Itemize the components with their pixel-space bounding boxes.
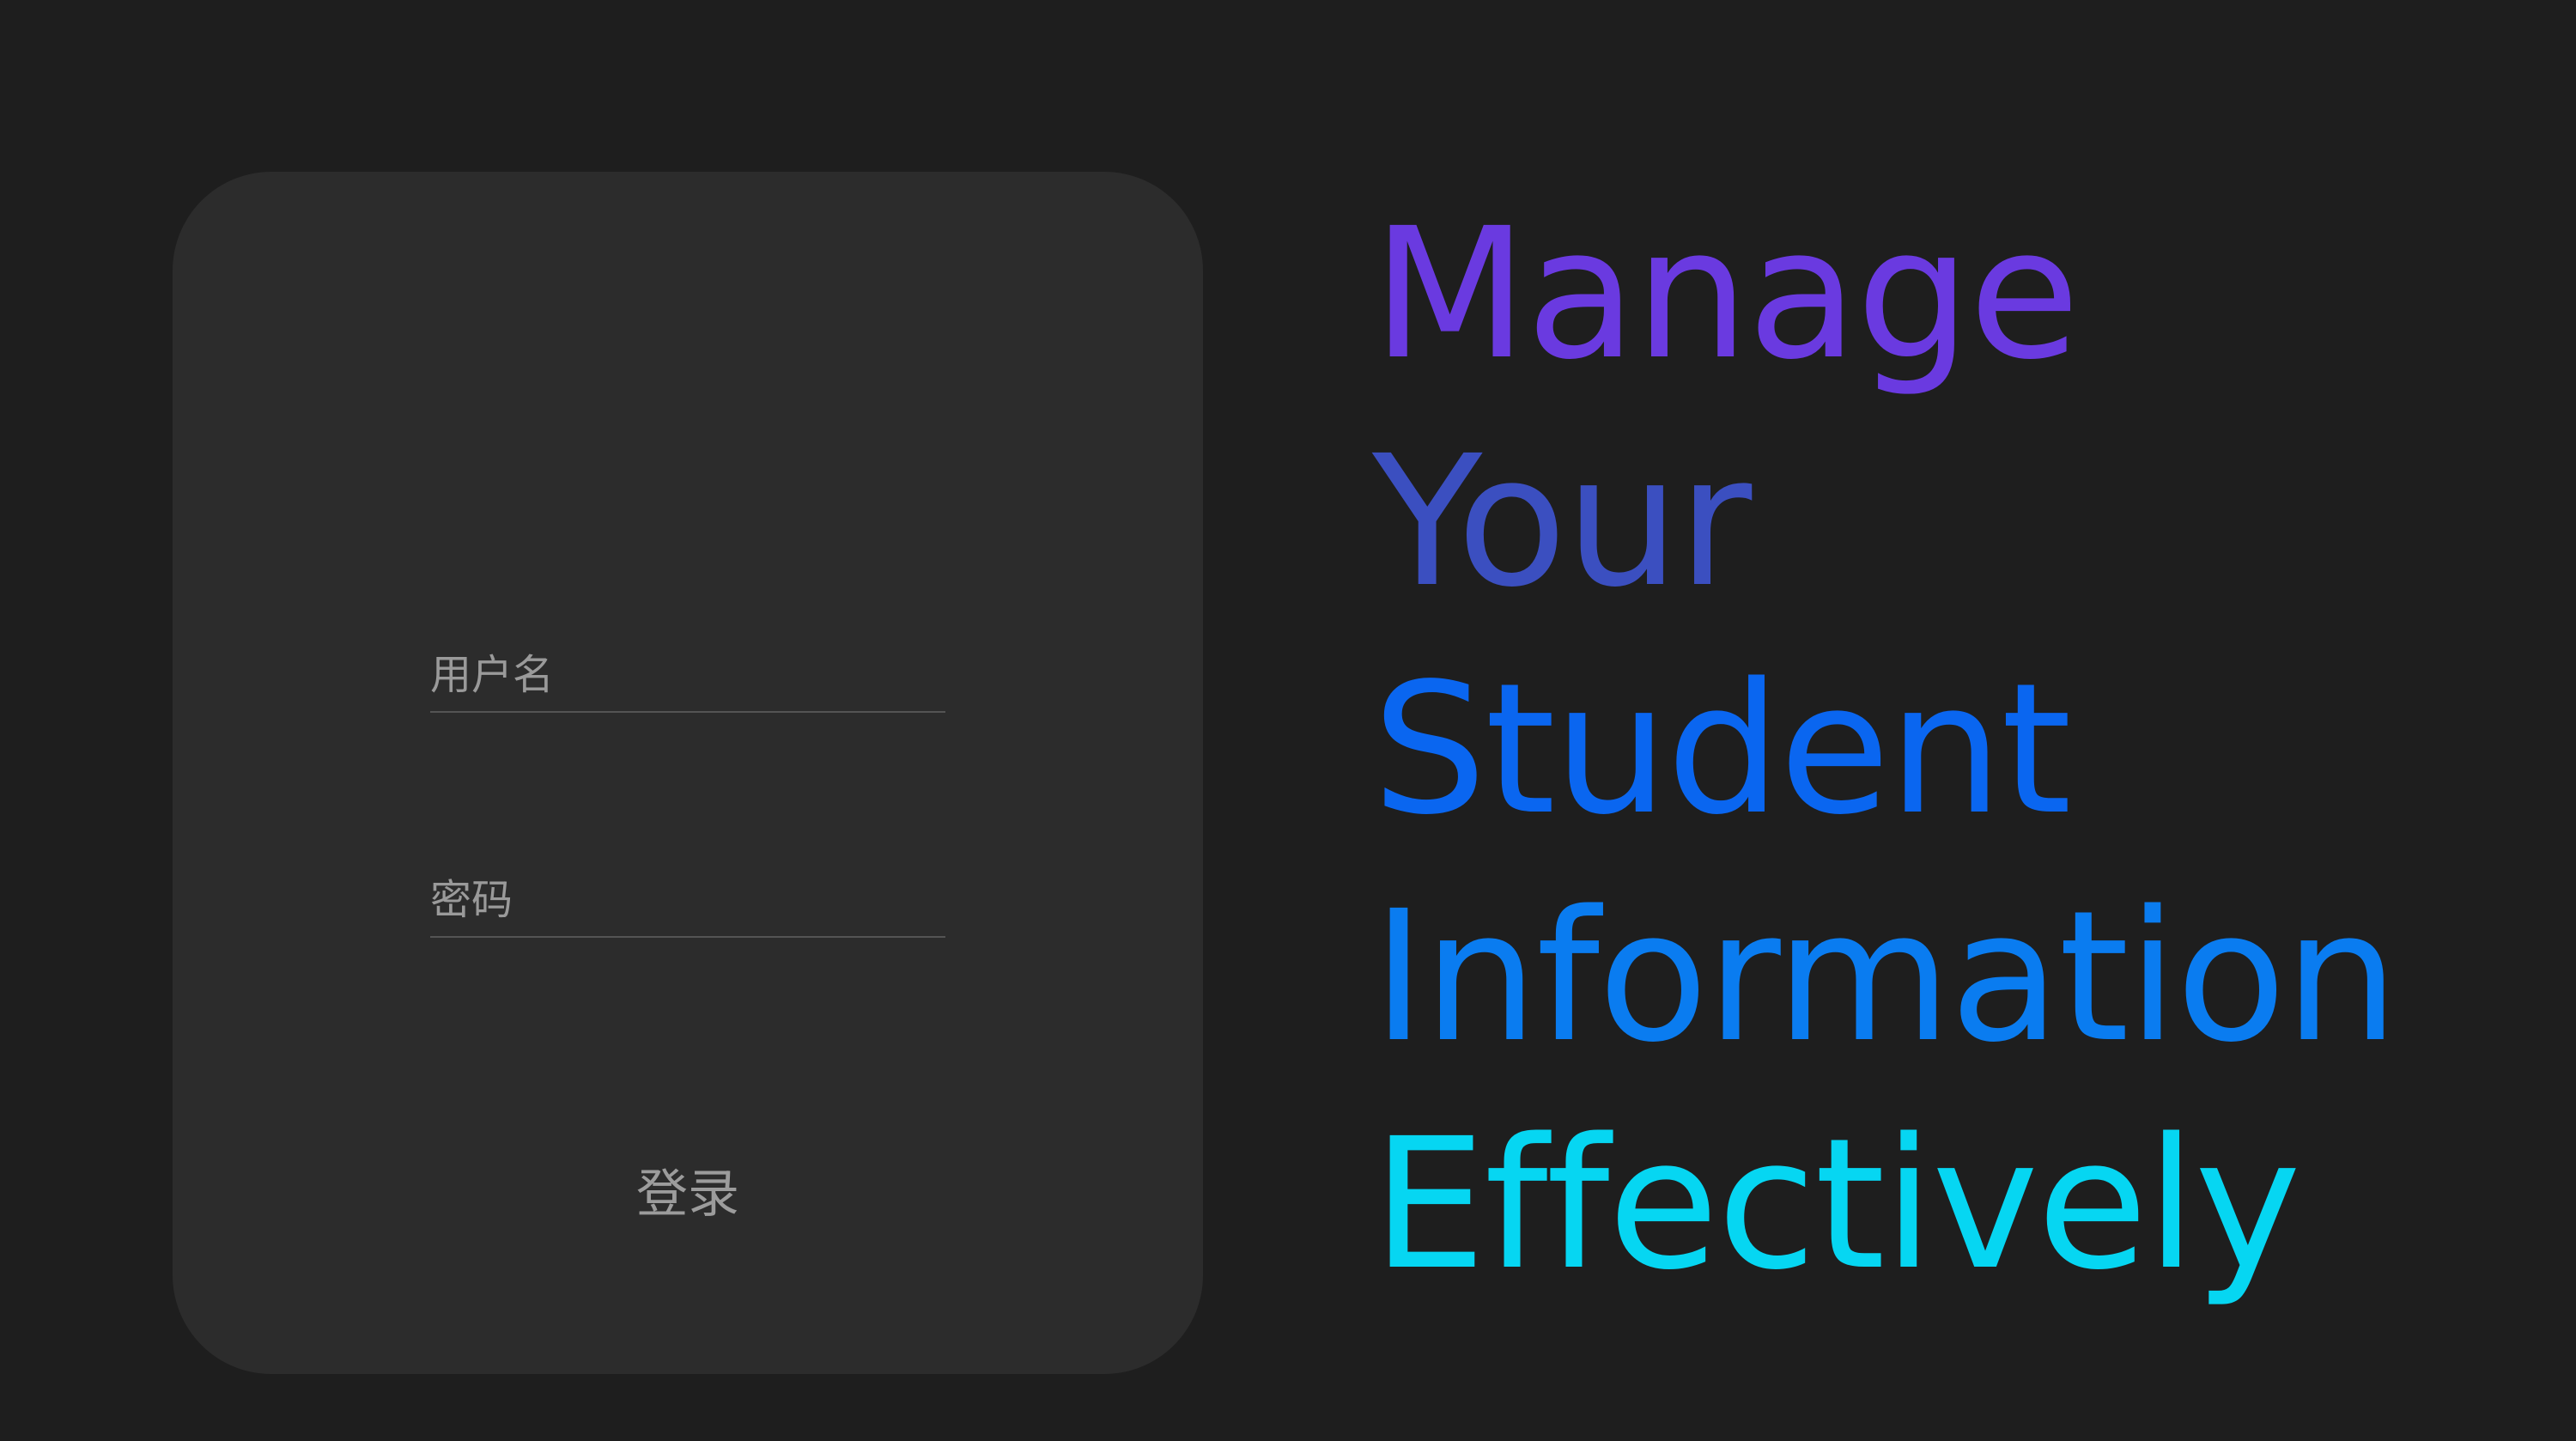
login-card: 登录	[173, 172, 1203, 1374]
login-button[interactable]: 登录	[602, 1142, 774, 1237]
password-field	[430, 859, 945, 938]
headline-line-your: Your	[1372, 416, 1752, 627]
headline-line-effectively: Effectively	[1372, 1099, 2301, 1310]
username-field	[430, 634, 945, 713]
headline-line-manage: Manage	[1372, 189, 2080, 399]
headline-line-information: Information	[1372, 872, 2399, 1082]
headline-line-student: Student	[1372, 644, 2072, 854]
username-input[interactable]	[430, 642, 945, 711]
password-input[interactable]	[430, 867, 945, 936]
headline: Manage Your Student Information Effectiv…	[1372, 180, 2399, 1318]
